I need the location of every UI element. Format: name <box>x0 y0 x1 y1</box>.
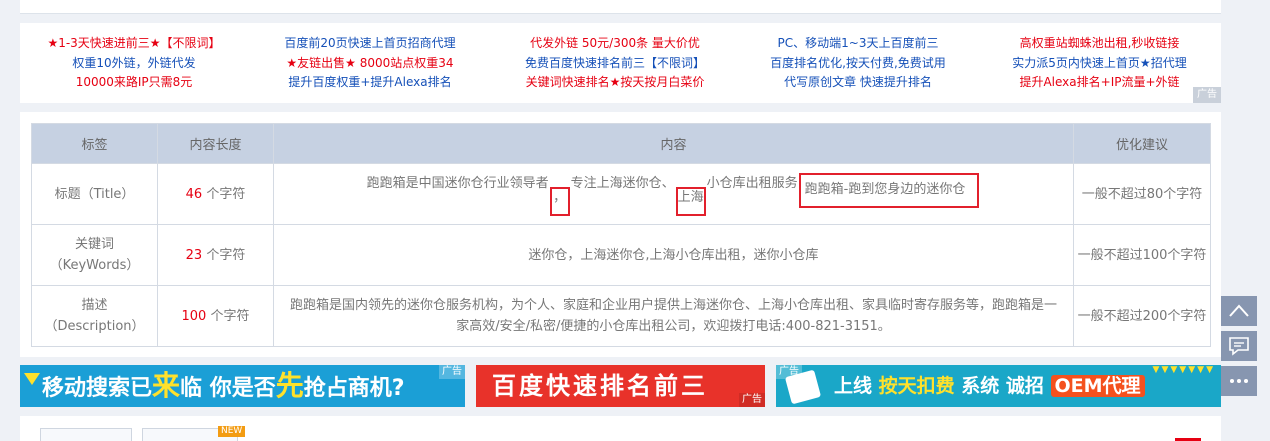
banner-text-part: 抢占商机? <box>303 376 405 401</box>
content-text: 跑跑箱是中国迷你仓行业领导者 <box>366 175 549 191</box>
ad-link[interactable]: 代发外链 50元/300条 量大价优 <box>492 34 738 54</box>
ad-link[interactable]: 提升百度权重+提升Alexa排名 <box>248 73 492 93</box>
bottom-panel: NEW <box>20 416 1221 441</box>
length-number: 46 <box>185 186 203 202</box>
banner-text-highlight: 按天扣费 <box>878 375 955 397</box>
seo-table-panel: 标签 内容长度 内容 优化建议 标题（Title） 46 个字符 跑跑箱是中国迷… <box>20 112 1221 357</box>
column-header-advice: 优化建议 <box>1073 123 1211 164</box>
more-dots-icon <box>1230 379 1248 383</box>
column-header-content: 内容 <box>273 123 1074 164</box>
table-header-row: 标签 内容长度 内容 优化建议 <box>31 123 1211 164</box>
length-unit: 个字符 <box>210 308 250 324</box>
ad-link[interactable]: 提升Alexa排名+IP流量+外链 <box>978 73 1221 93</box>
banner-ad-label: 广告 <box>439 365 465 379</box>
more-button[interactable] <box>1221 366 1257 396</box>
bunting-flags-icon: ▼▼▼▼▼▼▼ <box>1152 365 1215 375</box>
banner-text: 百度快速排名前三 <box>492 372 708 400</box>
content-text: 专注上海迷你仓、 <box>570 175 675 191</box>
row-label-text: 关键词 <box>74 237 114 252</box>
length-unit: 个字符 <box>206 247 246 263</box>
table-row-keywords: 关键词 （KeyWords） 23 个字符 迷你仓，上海迷你仓,上海小仓库出租，迷… <box>31 224 1211 286</box>
banner-ad-label: 广告 <box>739 393 765 407</box>
row-label-text: 标题（Title） <box>54 186 135 202</box>
ad-column-3: 代发外链 50元/300条 量大价优 免费百度快速排名前三【不限词】 关键词快速… <box>492 34 738 93</box>
row-length: 23 个字符 <box>157 224 274 286</box>
ad-link[interactable]: 实力派5页内快速上首页★招代理 <box>978 54 1221 74</box>
highlight-box: 上海 <box>675 186 706 216</box>
ad-link[interactable]: ★1-3天快速进前三★【不限词】 <box>20 34 248 54</box>
banner-text-oem: OEM代理 <box>1050 375 1145 397</box>
ad-link[interactable]: 百度前20页快速上首页招商代理 <box>248 34 492 54</box>
row-advice: 一般不超过200个字符 <box>1073 285 1211 347</box>
ad-column-4: PC、移动端1~3天上百度前三 百度排名优化,按天付费,免费试用 代写原创文章 … <box>738 34 978 93</box>
row-label: 关键词 （KeyWords） <box>31 224 158 286</box>
seo-info-table: 标签 内容长度 内容 优化建议 标题（Title） 46 个字符 跑跑箱是中国迷… <box>31 123 1211 347</box>
banner-text-highlight: 先 <box>275 369 304 402</box>
ad-column-2: 百度前20页快速上首页招商代理 ★友链出售★ 8000站点权重34 提升百度权重… <box>248 34 492 93</box>
new-badge: NEW <box>218 426 246 437</box>
ad-link[interactable]: 10000来路IP只需8元 <box>20 73 248 93</box>
row-label-sub: （KeyWords） <box>49 258 140 273</box>
highlight-box: 跑跑箱-跑到您身边的迷你仓 <box>798 172 980 208</box>
text-ad-block: ★1-3天快速进前三★【不限词】 权重10外链，外链代发 10000来路IP只需… <box>20 23 1221 103</box>
bottom-tab[interactable] <box>40 428 132 441</box>
feedback-chat-icon <box>1229 337 1249 356</box>
ad-column-5: 高权重站蜘蛛池出租,秒收链接 实力派5页内快速上首页★招代理 提升Alexa排名… <box>978 34 1221 93</box>
row-label: 标题（Title） <box>31 163 158 225</box>
row-content: 跑跑箱是国内领先的迷你仓服务机构，为个人、家庭和企业用户提供上海迷你仓、上海小仓… <box>273 285 1074 347</box>
table-row-title: 标题（Title） 46 个字符 跑跑箱是中国迷你仓行业领导者，专注上海迷你仓、… <box>31 163 1211 225</box>
ad-link[interactable]: 代写原创文章 快速提升排名 <box>738 73 978 93</box>
banner-ad-label: 广告 <box>776 365 802 379</box>
row-label: 描述 （Description） <box>31 285 158 347</box>
banner-ad-mobile-search[interactable]: 移动搜索已来临 你是否先抢占商机? 广告 <box>20 365 465 407</box>
banner-text-part: 系统 诚招 <box>954 375 1051 397</box>
ad-link[interactable]: 关键词快速排名★按天按月白菜价 <box>492 73 738 93</box>
row-advice: 一般不超过80个字符 <box>1073 163 1211 225</box>
row-content: 跑跑箱是中国迷你仓行业领导者，专注上海迷你仓、上海小仓库出租服务 跑跑箱-跑到您身… <box>273 163 1074 225</box>
table-row-description: 描述 （Description） 100 个字符 跑跑箱是国内领先的迷你仓服务机构… <box>31 285 1211 347</box>
ad-link[interactable]: 免费百度快速排名前三【不限词】 <box>492 54 738 74</box>
ad-link[interactable]: 高权重站蜘蛛池出租,秒收链接 <box>978 34 1221 54</box>
length-number: 100 <box>181 308 207 324</box>
triangle-icon <box>24 373 40 385</box>
feedback-button[interactable] <box>1221 331 1257 361</box>
ad-link[interactable]: PC、移动端1~3天上百度前三 <box>738 34 978 54</box>
column-header-length: 内容长度 <box>157 123 274 164</box>
banner-ad-oem[interactable]: 上线 按天扣费 系统 诚招 OEM代理 ▼▼▼▼▼▼▼ 广告 <box>776 365 1221 407</box>
row-label-text: 描述 <box>81 298 108 313</box>
ad-link[interactable]: ★友链出售★ 8000站点权重34 <box>248 54 492 74</box>
banner-text-highlight: 来 <box>152 369 181 402</box>
ad-badge: 广告 <box>1193 87 1221 103</box>
back-to-top-button[interactable] <box>1221 296 1257 326</box>
column-header-label: 标签 <box>31 123 158 164</box>
ad-link[interactable]: 权重10外链，外链代发 <box>20 54 248 74</box>
highlight-box: ， <box>549 186 570 216</box>
banner-text: 上线 按天扣费 系统 诚招 OEM代理 <box>834 371 1145 401</box>
row-length: 46 个字符 <box>157 163 274 225</box>
ad-column-1: ★1-3天快速进前三★【不限词】 权重10外链，外链代发 10000来路IP只需… <box>20 34 248 93</box>
row-label-sub: （Description） <box>44 319 145 334</box>
banner-text-part: 临 你是否 <box>180 376 276 401</box>
row-advice: 一般不超过100个字符 <box>1073 224 1211 286</box>
length-unit: 个字符 <box>206 186 246 202</box>
length-number: 23 <box>185 247 203 263</box>
row-content: 迷你仓，上海迷你仓,上海小仓库出租，迷你小仓库 <box>273 224 1074 286</box>
top-panel-edge <box>20 0 1221 14</box>
ad-link[interactable]: 百度排名优化,按天付费,免费试用 <box>738 54 978 74</box>
back-to-top-icon <box>1229 304 1249 317</box>
banner-text-part: 移动搜索已 <box>42 376 153 401</box>
banner-ad-baidu-rank[interactable]: 百度快速排名前三 广告 <box>476 365 765 407</box>
content-text: 小仓库出租服务 <box>706 175 798 191</box>
row-length: 100 个字符 <box>157 285 274 347</box>
banner-text-part: 上线 <box>834 375 879 397</box>
banner-text: 移动搜索已来临 你是否先抢占商机? <box>42 371 404 404</box>
